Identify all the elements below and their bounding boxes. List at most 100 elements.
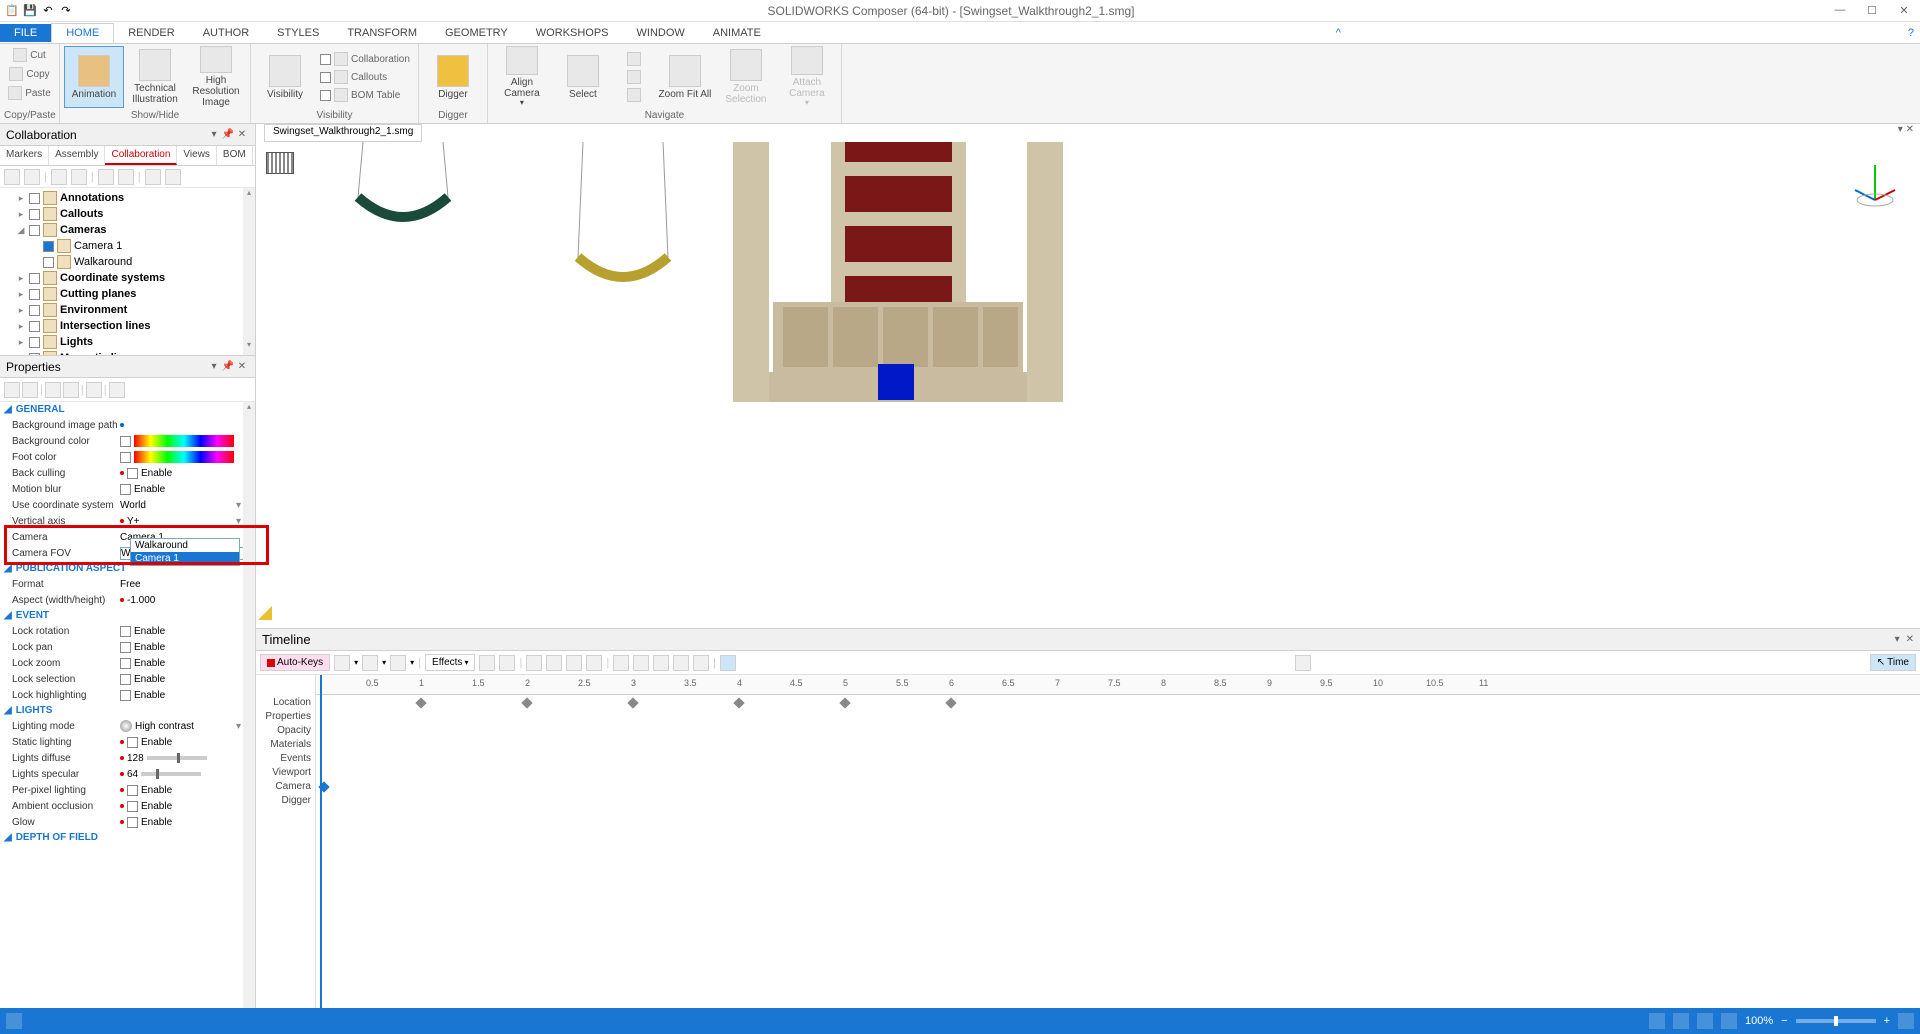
tl-dropdown-icon[interactable]: ▾	[1895, 634, 1900, 645]
tl-tb-4[interactable]	[479, 655, 495, 671]
viewport-tab[interactable]: Swingset_Walkthrough2_1.smg	[264, 124, 422, 142]
collab-tab-markers[interactable]: Markers	[0, 146, 49, 165]
camera-dropdown[interactable]: Walkaround Camera 1	[130, 538, 240, 566]
nav-icon-2[interactable]	[627, 70, 641, 84]
paste-button[interactable]: Paste	[4, 84, 55, 102]
lightmode-select[interactable]: High contrast	[120, 720, 236, 732]
tree-item-environment[interactable]: ▸Environment	[2, 302, 253, 318]
scroll-up-icon[interactable]: ▴	[243, 188, 255, 200]
ribbon-collapse-icon[interactable]: ^	[1330, 27, 1347, 39]
zoom-fit-button[interactable]: Zoom Fit All	[655, 46, 715, 108]
section-dof[interactable]: ◢DEPTH OF FIELD	[0, 830, 255, 845]
help-icon[interactable]: ?	[1902, 27, 1920, 39]
tab-render[interactable]: RENDER	[114, 24, 188, 42]
props-tb-1[interactable]	[4, 382, 20, 398]
time-button[interactable]: ↖Time	[1870, 654, 1916, 671]
visibility-button[interactable]: Visibility	[255, 46, 315, 108]
tl-tb-1[interactable]	[334, 655, 350, 671]
tab-geometry[interactable]: GEOMETRY	[431, 24, 522, 42]
zoom-sel-button[interactable]: Zoom Selection	[716, 46, 776, 108]
tl-tb-2[interactable]	[362, 655, 378, 671]
toolbar-icon-6[interactable]	[118, 169, 134, 185]
motion-blur-check[interactable]	[120, 484, 131, 495]
minimize-button[interactable]: —	[1828, 4, 1852, 17]
tree-item-intersection-lines[interactable]: ▸Intersection lines	[2, 318, 253, 334]
lock-zoom-check[interactable]	[120, 658, 131, 669]
tree-item-walkaround[interactable]: Walkaround	[2, 254, 253, 270]
animation-button[interactable]: Animation	[64, 46, 124, 108]
panel-dropdown-icon[interactable]: ▾	[207, 129, 221, 140]
vaxis-select[interactable]: Y+	[127, 516, 236, 527]
toolbar-icon-4[interactable]	[71, 169, 87, 185]
tl-zoom-icon[interactable]	[1295, 655, 1311, 671]
sb-icon-5[interactable]	[1721, 1013, 1737, 1029]
props-pin-icon[interactable]: 📌	[221, 361, 235, 372]
specular-slider[interactable]	[141, 772, 201, 776]
panel-pin-icon[interactable]: 📌	[221, 129, 235, 140]
toolbar-icon-3[interactable]	[51, 169, 67, 185]
tech-illustration-button[interactable]: Technical Illustration	[125, 46, 185, 108]
tree-item-coordinate-systems[interactable]: ▸Coordinate systems	[2, 270, 253, 286]
tab-home[interactable]: HOME	[51, 23, 114, 43]
toolbar-icon-2[interactable]	[24, 169, 40, 185]
glow-check[interactable]	[127, 817, 138, 828]
back-cull-check[interactable]	[127, 468, 138, 479]
autokey-button[interactable]: Auto-Keys	[260, 654, 330, 671]
bg-color-picker[interactable]	[134, 435, 234, 447]
save-icon[interactable]: 💾	[22, 3, 38, 19]
tl-first-icon[interactable]	[526, 655, 542, 671]
tab-file[interactable]: FILE	[0, 24, 51, 42]
vp-close-icon[interactable]: ✕	[1906, 124, 1914, 135]
redo-icon[interactable]: ↷	[58, 3, 74, 19]
cut-button[interactable]: Cut	[9, 46, 50, 64]
tl-prev-icon[interactable]	[546, 655, 562, 671]
zoom-in-icon[interactable]: +	[1884, 1015, 1890, 1027]
sb-icon-2[interactable]	[1649, 1013, 1665, 1029]
props-tb-4[interactable]	[63, 382, 79, 398]
zoom-out-icon[interactable]: −	[1781, 1015, 1787, 1027]
collab-tab-bom[interactable]: BOM	[217, 146, 253, 165]
foot-color-picker[interactable]	[134, 451, 234, 463]
tree-item-cutting-planes[interactable]: ▸Cutting planes	[2, 286, 253, 302]
collab-tab-assembly[interactable]: Assembly	[49, 146, 105, 165]
keyframe-4[interactable]	[733, 697, 744, 708]
callouts-check[interactable]: Callouts	[316, 68, 414, 86]
sb-icon-6[interactable]	[1898, 1013, 1914, 1029]
toolbar-icon-8[interactable]	[165, 169, 181, 185]
tl-next-icon[interactable]	[653, 655, 669, 671]
collab-tab-views[interactable]: Views	[177, 146, 217, 165]
close-button[interactable]: ✕	[1892, 4, 1916, 17]
props-tb-3[interactable]	[45, 382, 61, 398]
tree-item-camera-1[interactable]: Camera 1	[2, 238, 253, 254]
sb-icon-3[interactable]	[1673, 1013, 1689, 1029]
tree-item-callouts[interactable]: ▸Callouts	[2, 206, 253, 222]
tl-back-icon[interactable]	[566, 655, 582, 671]
sb-icon-4[interactable]	[1697, 1013, 1713, 1029]
tl-extra-icon[interactable]	[720, 655, 736, 671]
tl-play-icon[interactable]	[586, 655, 602, 671]
lock-rot-check[interactable]	[120, 626, 131, 637]
scroll-down-icon[interactable]: ▾	[243, 340, 255, 352]
static-light-check[interactable]	[127, 737, 138, 748]
props-tb-6[interactable]	[109, 382, 125, 398]
tl-close-icon[interactable]: ✕	[1906, 634, 1914, 645]
dd-camera1[interactable]: Camera 1	[131, 552, 239, 565]
corner-handle[interactable]	[258, 606, 272, 620]
undo-icon[interactable]: ↶	[40, 3, 56, 19]
copy-button[interactable]: Copy	[5, 65, 53, 83]
align-camera-button[interactable]: Align Camera▾	[492, 46, 552, 108]
tab-animate[interactable]: ANIMATE	[699, 24, 775, 42]
keyframe-6[interactable]	[945, 697, 956, 708]
toolbar-icon-5[interactable]	[98, 169, 114, 185]
keyframe-2[interactable]	[521, 697, 532, 708]
tab-window[interactable]: WINDOW	[623, 24, 699, 42]
section-general[interactable]: ◢GENERAL	[0, 402, 255, 417]
tl-loop-icon[interactable]	[693, 655, 709, 671]
ppx-check[interactable]	[127, 785, 138, 796]
effects-button[interactable]: Effects▾	[425, 654, 475, 671]
tree-item-cameras[interactable]: ◢Cameras	[2, 222, 253, 238]
tab-styles[interactable]: STYLES	[263, 24, 333, 42]
bom-check[interactable]: BOM Table	[316, 86, 414, 104]
props-close-icon[interactable]: ✕	[235, 361, 249, 372]
toolbar-icon-7[interactable]	[145, 169, 161, 185]
